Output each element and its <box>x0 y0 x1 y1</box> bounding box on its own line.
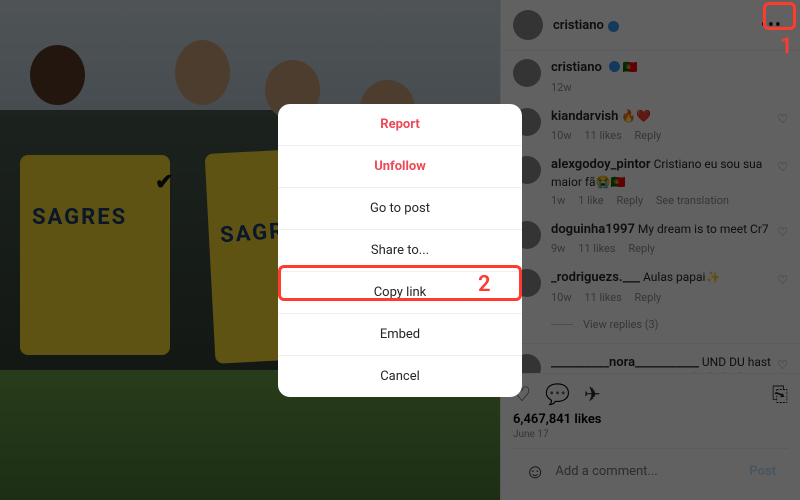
options-menu: Report Unfollow Go to post Share to... C… <box>278 104 522 397</box>
menu-copy-link[interactable]: Copy link <box>278 272 522 314</box>
menu-go-to-post[interactable]: Go to post <box>278 188 522 230</box>
menu-report[interactable]: Report <box>278 104 522 146</box>
menu-cancel[interactable]: Cancel <box>278 356 522 397</box>
menu-embed[interactable]: Embed <box>278 314 522 356</box>
menu-share-to[interactable]: Share to... <box>278 230 522 272</box>
modal-overlay[interactable]: Report Unfollow Go to post Share to... C… <box>0 0 800 500</box>
menu-unfollow[interactable]: Unfollow <box>278 146 522 188</box>
